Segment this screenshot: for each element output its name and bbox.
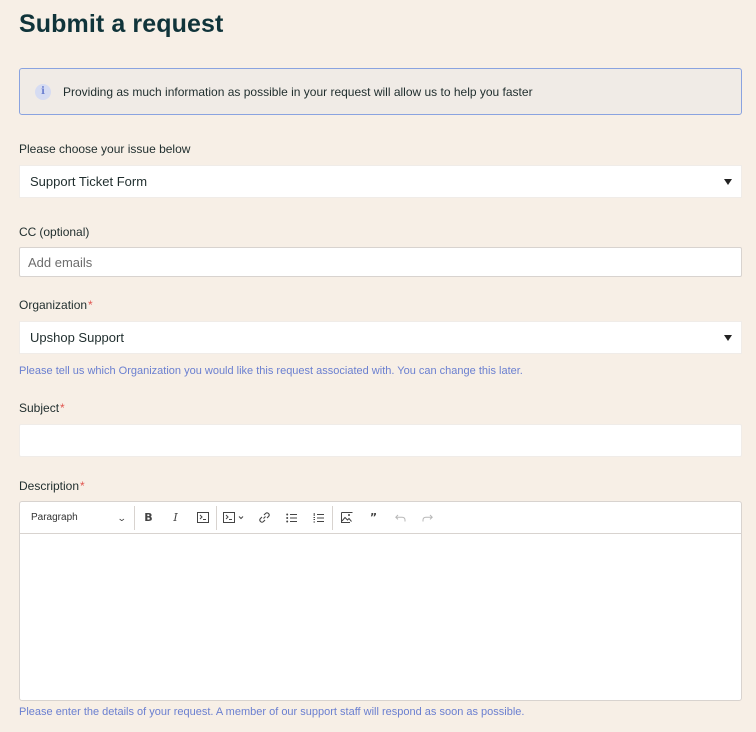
description-label: Description*: [19, 479, 85, 493]
organization-select-value: Upshop Support: [30, 330, 124, 345]
description-editor: Paragraph ⌄ B I ”: [19, 501, 742, 701]
cc-label: CC (optional): [19, 225, 89, 239]
info-notice: i Providing as much information as possi…: [19, 68, 742, 115]
cc-optional: (optional): [39, 225, 90, 239]
subject-label: Subject*: [19, 401, 65, 415]
caret-down-icon: [724, 335, 732, 341]
caret-down-icon: [724, 179, 732, 185]
chevron-down-icon: ⌄: [117, 512, 128, 523]
required-asterisk: *: [80, 479, 85, 493]
info-icon: i: [35, 83, 51, 100]
undo-icon[interactable]: [387, 502, 414, 534]
organization-hint: Please tell us which Organization you wo…: [19, 365, 523, 377]
image-icon[interactable]: [333, 502, 360, 534]
description-textarea[interactable]: [20, 534, 741, 700]
description-label-text: Description: [19, 479, 80, 493]
cc-label-text: CC: [19, 225, 37, 239]
description-hint: Please enter the details of your request…: [19, 706, 525, 718]
required-asterisk: *: [88, 298, 93, 312]
subject-label-text: Subject: [19, 401, 60, 415]
notice-text: Providing as much information as possibl…: [63, 84, 533, 99]
bold-icon[interactable]: B: [135, 502, 162, 534]
cc-placeholder: Add emails: [28, 254, 93, 270]
editor-toolbar: Paragraph ⌄ B I ”: [20, 502, 741, 534]
link-icon[interactable]: [251, 502, 278, 534]
redo-icon[interactable]: [414, 502, 441, 534]
issue-label: Please choose your issue below: [19, 142, 191, 156]
organization-label-text: Organization: [19, 298, 88, 312]
page-title: Submit a request: [19, 10, 224, 38]
italic-icon[interactable]: I: [162, 502, 189, 534]
blockquote-icon[interactable]: ”: [360, 502, 387, 534]
issue-select-value: Support Ticket Form: [30, 174, 148, 189]
paragraph-style-value: Paragraph: [31, 512, 78, 523]
numbered-list-icon[interactable]: [305, 502, 332, 534]
subject-input[interactable]: [19, 424, 742, 457]
organization-select[interactable]: Upshop Support: [19, 321, 742, 354]
code-icon[interactable]: [189, 502, 216, 534]
cc-email-field[interactable]: Add emails: [19, 247, 742, 277]
code-block-icon[interactable]: [217, 502, 251, 534]
issue-select[interactable]: Support Ticket Form: [19, 165, 742, 198]
paragraph-style-select[interactable]: Paragraph ⌄: [20, 502, 134, 534]
required-asterisk: *: [60, 401, 65, 415]
organization-label: Organization*: [19, 298, 93, 312]
bulleted-list-icon[interactable]: [278, 502, 305, 534]
